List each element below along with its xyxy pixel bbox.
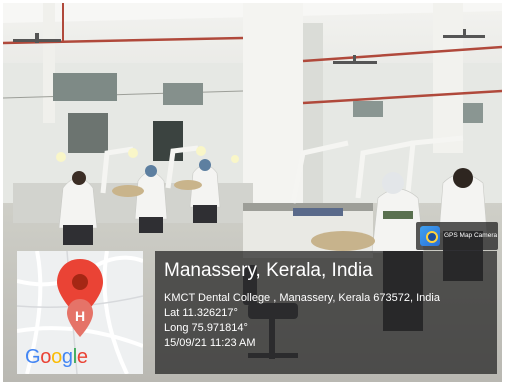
google-logo-letter: g: [61, 346, 73, 368]
gps-camera-app-name: GPS Map Camera: [444, 232, 498, 240]
longitude-line: Long 75.971814°: [164, 322, 248, 334]
google-logo: Google: [25, 346, 88, 369]
google-logo-letter: o: [40, 346, 52, 368]
location-title: Manassery, Kerala, India: [164, 260, 373, 281]
location-pin-icon: [57, 259, 103, 337]
latitude-line: Lat 11.326217°: [164, 307, 238, 319]
google-logo-letter: e: [76, 346, 88, 368]
gps-map-camera-badge: GPS Map Camera: [416, 222, 498, 250]
timestamp-line: 15/09/21 11:23 AM: [164, 337, 256, 349]
address-line: KMCT Dental College , Manassery, Kerala …: [164, 292, 440, 304]
location-map-thumbnail: H Google: [17, 251, 143, 374]
gps-camera-app-icon: [420, 226, 440, 246]
google-logo-letter: G: [25, 346, 41, 368]
map-marker-letter: H: [75, 308, 85, 324]
google-logo-letter: o: [51, 346, 62, 368]
location-info-panel: Manassery, Kerala, India KMCT Dental Col…: [155, 251, 497, 374]
